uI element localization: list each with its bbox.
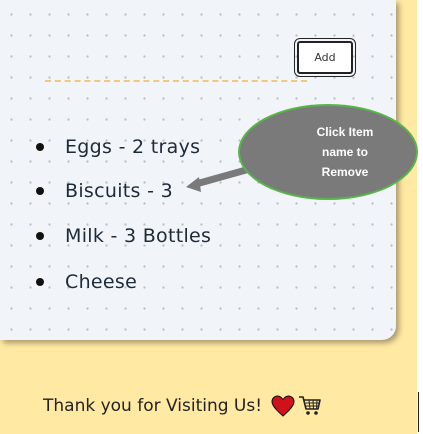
heart-icon <box>271 395 295 417</box>
hint-text: Click Item name to Remove <box>316 125 374 179</box>
hint-arrow-icon <box>186 166 250 192</box>
footer: Thank you for Visiting Us! <box>43 390 322 422</box>
hint-bubble: Click Item name to Remove <box>238 104 418 200</box>
shopping-cart-icon <box>299 396 321 415</box>
thanks-message: Thank you for Visiting Us! <box>43 396 263 416</box>
